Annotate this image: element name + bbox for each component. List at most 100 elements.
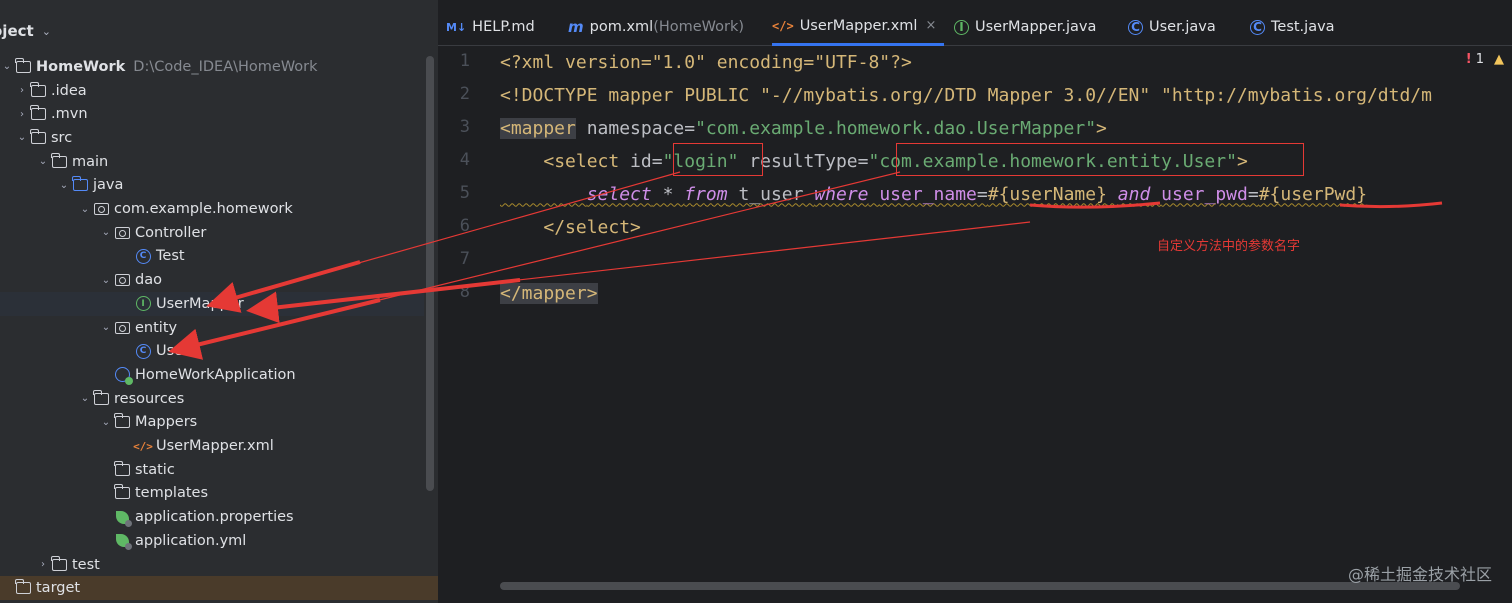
tree-item-main[interactable]: ⌄ main — [0, 150, 424, 174]
chevron-down-icon[interactable]: ⌄ — [42, 25, 51, 38]
chevron-down-icon[interactable]: ⌄ — [99, 275, 113, 286]
tab-label: User.java — [1149, 19, 1216, 35]
sql-text: * — [651, 183, 685, 205]
folder-icon — [29, 81, 47, 99]
tree-item-idea[interactable]: › .idea — [0, 79, 424, 103]
tree-item-static[interactable]: ›static — [0, 458, 424, 482]
tree-item-homeworkapplication[interactable]: ›HomeWorkApplication — [0, 363, 424, 387]
close-icon[interactable]: × — [925, 18, 936, 33]
chevron-down-icon[interactable]: ⌄ — [15, 132, 29, 143]
class-icon: C — [134, 343, 152, 359]
chevron-down-icon[interactable]: ⌄ — [99, 227, 113, 238]
package-icon — [113, 225, 131, 241]
code-line-5[interactable]: select * from t_user where user_name = #{u… — [500, 178, 1367, 210]
tree-item-mappers[interactable]: ⌄ Mappers — [0, 411, 424, 435]
package-icon — [113, 272, 131, 288]
spring-app-icon — [113, 367, 133, 386]
tree-item-templates[interactable]: ›templates — [0, 482, 424, 506]
tree-item-label: User — [156, 343, 190, 360]
tab-label: Test.java — [1271, 19, 1335, 35]
tree-item-resources[interactable]: ⌄ resources — [0, 387, 424, 411]
tree-item-test[interactable]: › test — [0, 553, 424, 577]
tree-item-src[interactable]: ⌄ src — [0, 126, 424, 150]
project-panel-scrollbar[interactable] — [426, 56, 434, 491]
class-icon: C — [134, 248, 152, 264]
tree-item-label: Controller — [135, 224, 207, 241]
chevron-down-icon[interactable]: ⌄ — [0, 61, 14, 72]
annotation-note: 自定义方法中的参数名字 — [1157, 239, 1301, 254]
tab-user-java[interactable]: C User.java — [1128, 8, 1216, 46]
code-line-6[interactable]: </select> — [500, 211, 641, 243]
tree-item-label: application.yml — [135, 532, 247, 549]
chevron-right-icon[interactable]: › — [15, 85, 29, 96]
chevron-down-icon[interactable]: ⌄ — [57, 180, 71, 191]
tree-item-label: Test — [156, 248, 185, 265]
class-icon: C — [1128, 19, 1143, 35]
project-panel-title: oject — [0, 22, 34, 40]
tree-item-label: static — [135, 461, 175, 478]
chevron-down-icon[interactable]: ⌄ — [99, 417, 113, 428]
tree-item-label: com.example.homework — [114, 201, 293, 218]
sql-keyword: select — [586, 183, 652, 205]
tab-pom-xml[interactable]: m pom.xml (HomeWork) — [568, 8, 744, 46]
tab-help-md[interactable]: M↓ HELP.md — [446, 8, 535, 46]
line-number: 8 — [459, 282, 470, 302]
code-editor[interactable]: <?xml version="1.0" encoding="UTF-8"?> <… — [500, 46, 1512, 586]
mapper-close-tag: </mapper> — [500, 282, 598, 304]
tree-item-controller[interactable]: ⌄ Controller — [0, 221, 424, 245]
code-line-3[interactable]: <mapper namespace= "com.example.homework.… — [500, 112, 1107, 144]
annotation-box-resulttype — [896, 143, 1304, 176]
chevron-right-icon[interactable]: › — [15, 109, 29, 120]
folder-icon — [113, 460, 131, 478]
tab-usermapper-java[interactable]: I UserMapper.java — [954, 8, 1096, 46]
error-count: 1 — [1475, 52, 1484, 67]
tree-item-user[interactable]: ›CUser — [0, 339, 424, 363]
tree-item-label: test — [72, 556, 100, 573]
inspection-widget[interactable]: ! 1 ▲ — [1466, 52, 1504, 67]
source-folder-icon — [71, 176, 89, 193]
horizontal-scrollbar[interactable] — [500, 582, 1460, 590]
tree-item-label: application.properties — [135, 509, 294, 526]
tree-item-label: HomeWork — [36, 58, 126, 75]
chevron-down-icon[interactable]: ⌄ — [78, 393, 92, 404]
tab-usermapper-xml[interactable]: </> UserMapper.xml × — [772, 8, 945, 46]
select-open-tag: <select — [543, 150, 620, 172]
folder-icon — [113, 413, 131, 430]
tree-item-application-yml[interactable]: ›application.yml — [0, 529, 424, 553]
tree-item-usermapper-xml[interactable]: ›</>UserMapper.xml — [0, 434, 424, 458]
xml-file-icon: </> — [133, 439, 153, 453]
tree-item-test[interactable]: ›CTest — [0, 245, 424, 269]
line-number: 4 — [459, 150, 470, 170]
code-line-2[interactable]: <!DOCTYPE mapper PUBLIC "-//mybatis.org/… — [500, 79, 1432, 111]
tree-item-homework[interactable]: ⌄ HomeWork D:\Code_IDEA\HomeWork — [0, 55, 424, 79]
tree-item-dao[interactable]: ⌄ dao — [0, 268, 424, 292]
tab-test-java[interactable]: C Test.java — [1250, 8, 1335, 46]
sql-text: = — [1247, 183, 1259, 205]
chevron-down-icon[interactable]: ⌄ — [78, 204, 92, 215]
spring-config-icon — [113, 509, 132, 527]
chevron-down-icon[interactable]: ⌄ — [36, 156, 50, 167]
tree-item-application-properties[interactable]: ›application.properties — [0, 505, 424, 529]
sql-text: t_user — [727, 183, 815, 205]
tree-item-usermapper[interactable]: ›IUserMapper — [0, 292, 424, 316]
maven-file-icon: m — [568, 18, 584, 36]
chevron-down-icon[interactable]: ⌄ — [99, 322, 113, 333]
line-number: 7 — [459, 249, 470, 269]
tree-item-target[interactable]: ›target — [0, 576, 438, 601]
tree-item-entity[interactable]: ⌄ entity — [0, 316, 424, 340]
code-line-1[interactable]: <?xml version="1.0" encoding="UTF-8"?> — [500, 46, 912, 78]
tree-item-label: .idea — [51, 82, 87, 99]
tree-item-mvn[interactable]: › .mvn — [0, 102, 424, 126]
code-line-8[interactable]: </mapper> — [500, 277, 598, 309]
project-path: D:\Code_IDEA\HomeWork — [133, 58, 318, 75]
tree-item-com-example-homework[interactable]: ⌄ com.example.homework — [0, 197, 424, 221]
chevron-right-icon[interactable]: › — [36, 559, 50, 570]
xml-file-icon: </> — [772, 18, 794, 33]
tree-item-java[interactable]: ⌄ java — [0, 174, 424, 198]
tab-label: HELP.md — [472, 19, 535, 35]
project-panel-header[interactable]: oject ⌄ — [0, 8, 438, 54]
tree-item-label: resources — [114, 390, 185, 407]
resources-folder-icon — [92, 389, 110, 407]
